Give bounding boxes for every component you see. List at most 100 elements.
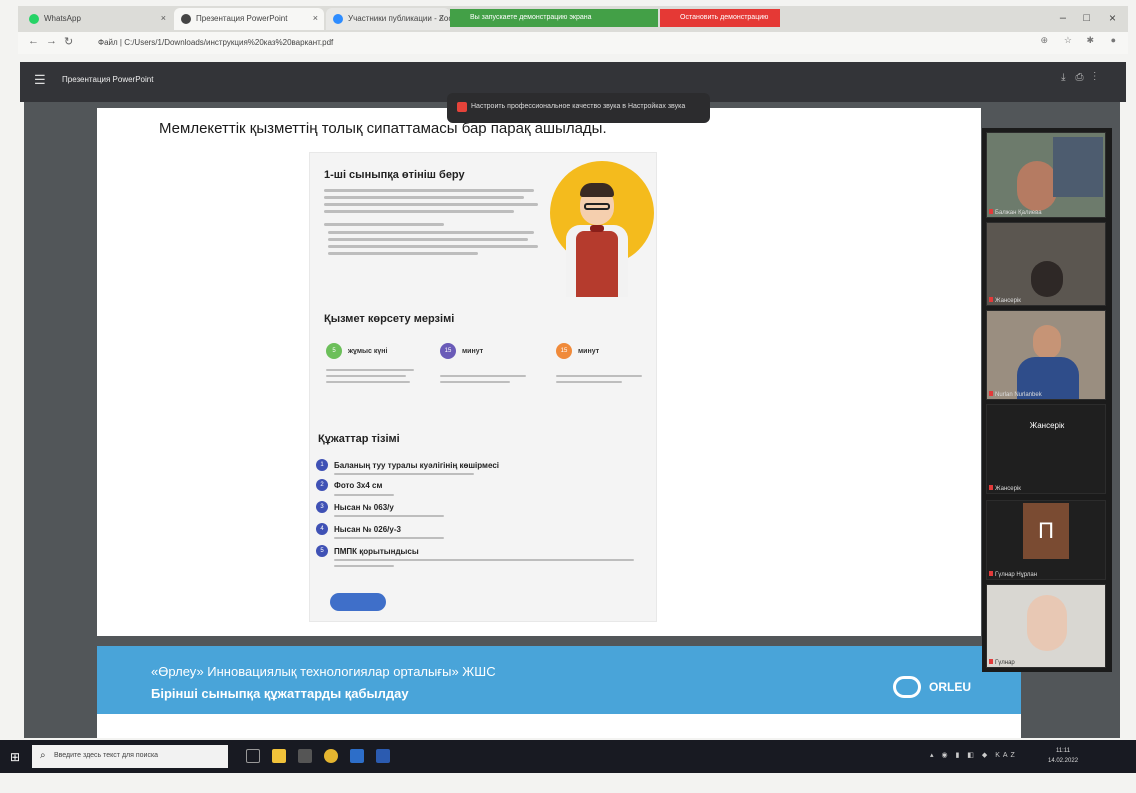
- extensions-icon[interactable]: ✱: [1086, 35, 1094, 46]
- screen-share-notice: Вы запускаете демонстрацию экрана: [450, 9, 658, 27]
- search-placeholder: Введите здесь текст для поиска: [54, 752, 159, 759]
- doc-item: Нысан № 026/у-3: [334, 525, 401, 534]
- tab-presentation[interactable]: Презентация PowerPoint ×: [174, 8, 324, 30]
- participant-name: Nurlan Nurlanbek: [989, 391, 1042, 398]
- taskbar-search[interactable]: ⌕ Введите здесь текст для поиска: [32, 745, 228, 768]
- text-line: [324, 189, 534, 192]
- doc-number: 5: [316, 545, 328, 557]
- participant-name: Гүлнар: [989, 659, 1015, 666]
- term-label: минут: [462, 348, 484, 355]
- maximize-button[interactable]: □: [1083, 12, 1090, 24]
- participant-video[interactable]: Гүлнар: [986, 584, 1106, 668]
- participant-display-name: Жансерік: [1029, 421, 1065, 430]
- participant-name: Балжан Қалиева: [989, 209, 1042, 216]
- tab-label: WhatsApp: [44, 14, 81, 23]
- doc-number: 3: [316, 501, 328, 513]
- pdf-page-2: «Өрлеу» Инновациялық технологиялар ортал…: [97, 646, 1021, 738]
- forward-icon[interactable]: →: [46, 35, 57, 47]
- zoom-app-icon[interactable]: [350, 749, 364, 763]
- audio-notification[interactable]: Настроить профессиональное качество звук…: [447, 93, 710, 123]
- child-illustration: [550, 161, 654, 297]
- service-card: 1-ші сыныпқа өтініш беру Қызмет көрсету …: [309, 152, 657, 622]
- term-badge: 5: [326, 343, 342, 359]
- chrome-icon[interactable]: [324, 749, 338, 763]
- menu-icon[interactable]: ☰: [34, 72, 46, 88]
- zoom-page-icon[interactable]: ⊕: [1040, 35, 1048, 46]
- text-line: [328, 238, 528, 241]
- close-icon[interactable]: ×: [161, 13, 166, 23]
- text-line: [328, 231, 534, 234]
- close-icon[interactable]: ×: [439, 13, 444, 23]
- doc-item: Баланың туу туралы куәлігінің көшірмесі: [334, 461, 499, 470]
- text-line: [324, 210, 514, 213]
- participant-name: Гүлнар Нұрлан: [989, 571, 1037, 578]
- doc-number: 4: [316, 523, 328, 535]
- mic-muted-icon: [989, 209, 993, 214]
- docs-title: Құжаттар тізімі: [318, 433, 400, 445]
- participant-video[interactable]: Балжан Қалиева: [986, 132, 1106, 218]
- star-icon[interactable]: ☆: [1064, 35, 1072, 46]
- term-label: жұмыс күні: [348, 348, 388, 355]
- term-label: минут: [578, 348, 600, 355]
- print-icon[interactable]: ⎙: [1076, 72, 1094, 83]
- orleu-logo-icon: [893, 676, 921, 698]
- audio-settings-icon: [457, 102, 467, 112]
- tab-label: Презентация PowerPoint: [196, 14, 288, 23]
- text-line: [324, 203, 538, 206]
- zoom-icon: [333, 14, 343, 24]
- doc-item: Нысан № 063/у: [334, 503, 394, 512]
- text-line: [324, 196, 524, 199]
- apply-title: 1-ші сыныпқа өтініш беру: [324, 169, 465, 181]
- participant-video[interactable]: Nurlan Nurlanbek: [986, 310, 1106, 400]
- participant-tile[interactable]: Жансерік Жансерік: [986, 404, 1106, 494]
- banner-org: «Өрлеу» Инновациялық технологиялар ортал…: [151, 664, 496, 679]
- doc-item: ПМПК қорытындысы: [334, 547, 419, 556]
- file-explorer-icon[interactable]: [272, 749, 286, 763]
- back-icon[interactable]: ←: [28, 35, 39, 47]
- term-badge: 15: [440, 343, 456, 359]
- download-icon[interactable]: ⤓: [1061, 72, 1075, 83]
- document-title: Презентация PowerPoint: [62, 75, 154, 84]
- profile-icon[interactable]: ●: [1111, 35, 1116, 45]
- reload-icon[interactable]: ↻: [64, 35, 73, 48]
- text-line: [324, 223, 444, 226]
- mic-muted-icon: [989, 391, 993, 396]
- toolbar-actions: ⤓⎙⋮: [1061, 72, 1106, 83]
- participant-video[interactable]: Жансерік: [986, 222, 1106, 306]
- term-badge: 15: [556, 343, 572, 359]
- orleu-banner: «Өрлеу» Инновациялық технологиялар ортал…: [97, 646, 1021, 714]
- pin-icon[interactable]: [298, 749, 312, 763]
- orleu-logo-text: ORLEU: [929, 680, 971, 694]
- windows-start-icon[interactable]: ⊞: [10, 750, 20, 764]
- participant-name: Жансерік: [989, 485, 1021, 492]
- mic-muted-icon: [989, 571, 993, 576]
- participant-tile[interactable]: П Гүлнар Нұрлан: [986, 500, 1106, 580]
- tab-whatsapp[interactable]: WhatsApp ×: [22, 8, 172, 30]
- minimize-button[interactable]: –: [1060, 12, 1066, 24]
- word-icon[interactable]: [376, 749, 390, 763]
- doc-number: 2: [316, 479, 328, 491]
- system-tray[interactable]: ▴ ◉ ▮ ◧ ◆ KAZ: [930, 751, 1018, 759]
- tab-label: Участники публикации - Zoom: [348, 14, 450, 23]
- clock[interactable]: 11:11 14.02.2022: [1048, 746, 1078, 766]
- search-icon: ⌕: [40, 750, 46, 761]
- banner-subtitle: Бірінші сыныпқа құжаттарды қабылдау: [151, 686, 409, 701]
- tab-zoom[interactable]: Участники публикации - Zoom ×: [326, 8, 450, 30]
- windows-taskbar: ⊞ ⌕ Введите здесь текст для поиска ▴ ◉ ▮…: [0, 740, 1136, 773]
- submit-button[interactable]: [330, 593, 386, 611]
- stop-share-button[interactable]: Остановить демонстрацию: [660, 9, 780, 27]
- url-field[interactable]: Файл | C:/Users/1/Downloads/инструкция%2…: [98, 38, 333, 47]
- doc-number: 1: [316, 459, 328, 471]
- text-line: [328, 252, 478, 255]
- close-window-button[interactable]: ×: [1109, 11, 1116, 25]
- avatar: П: [1023, 503, 1069, 559]
- language-indicator[interactable]: KAZ: [995, 752, 1018, 759]
- address-bar-row: ← → ↻ Файл | C:/Users/1/Downloads/инстру…: [18, 32, 1128, 54]
- task-view-icon[interactable]: [246, 749, 260, 763]
- participant-name: Жансерік: [989, 297, 1021, 304]
- pdf-page: Мемлекеттік қызметтің толық сипаттамасы …: [97, 108, 981, 636]
- close-icon[interactable]: ×: [313, 13, 318, 23]
- text-line: [328, 245, 538, 248]
- browser-tab-strip: WhatsApp × Презентация PowerPoint × Учас…: [18, 6, 1128, 32]
- more-icon[interactable]: ⋮: [1094, 72, 1107, 83]
